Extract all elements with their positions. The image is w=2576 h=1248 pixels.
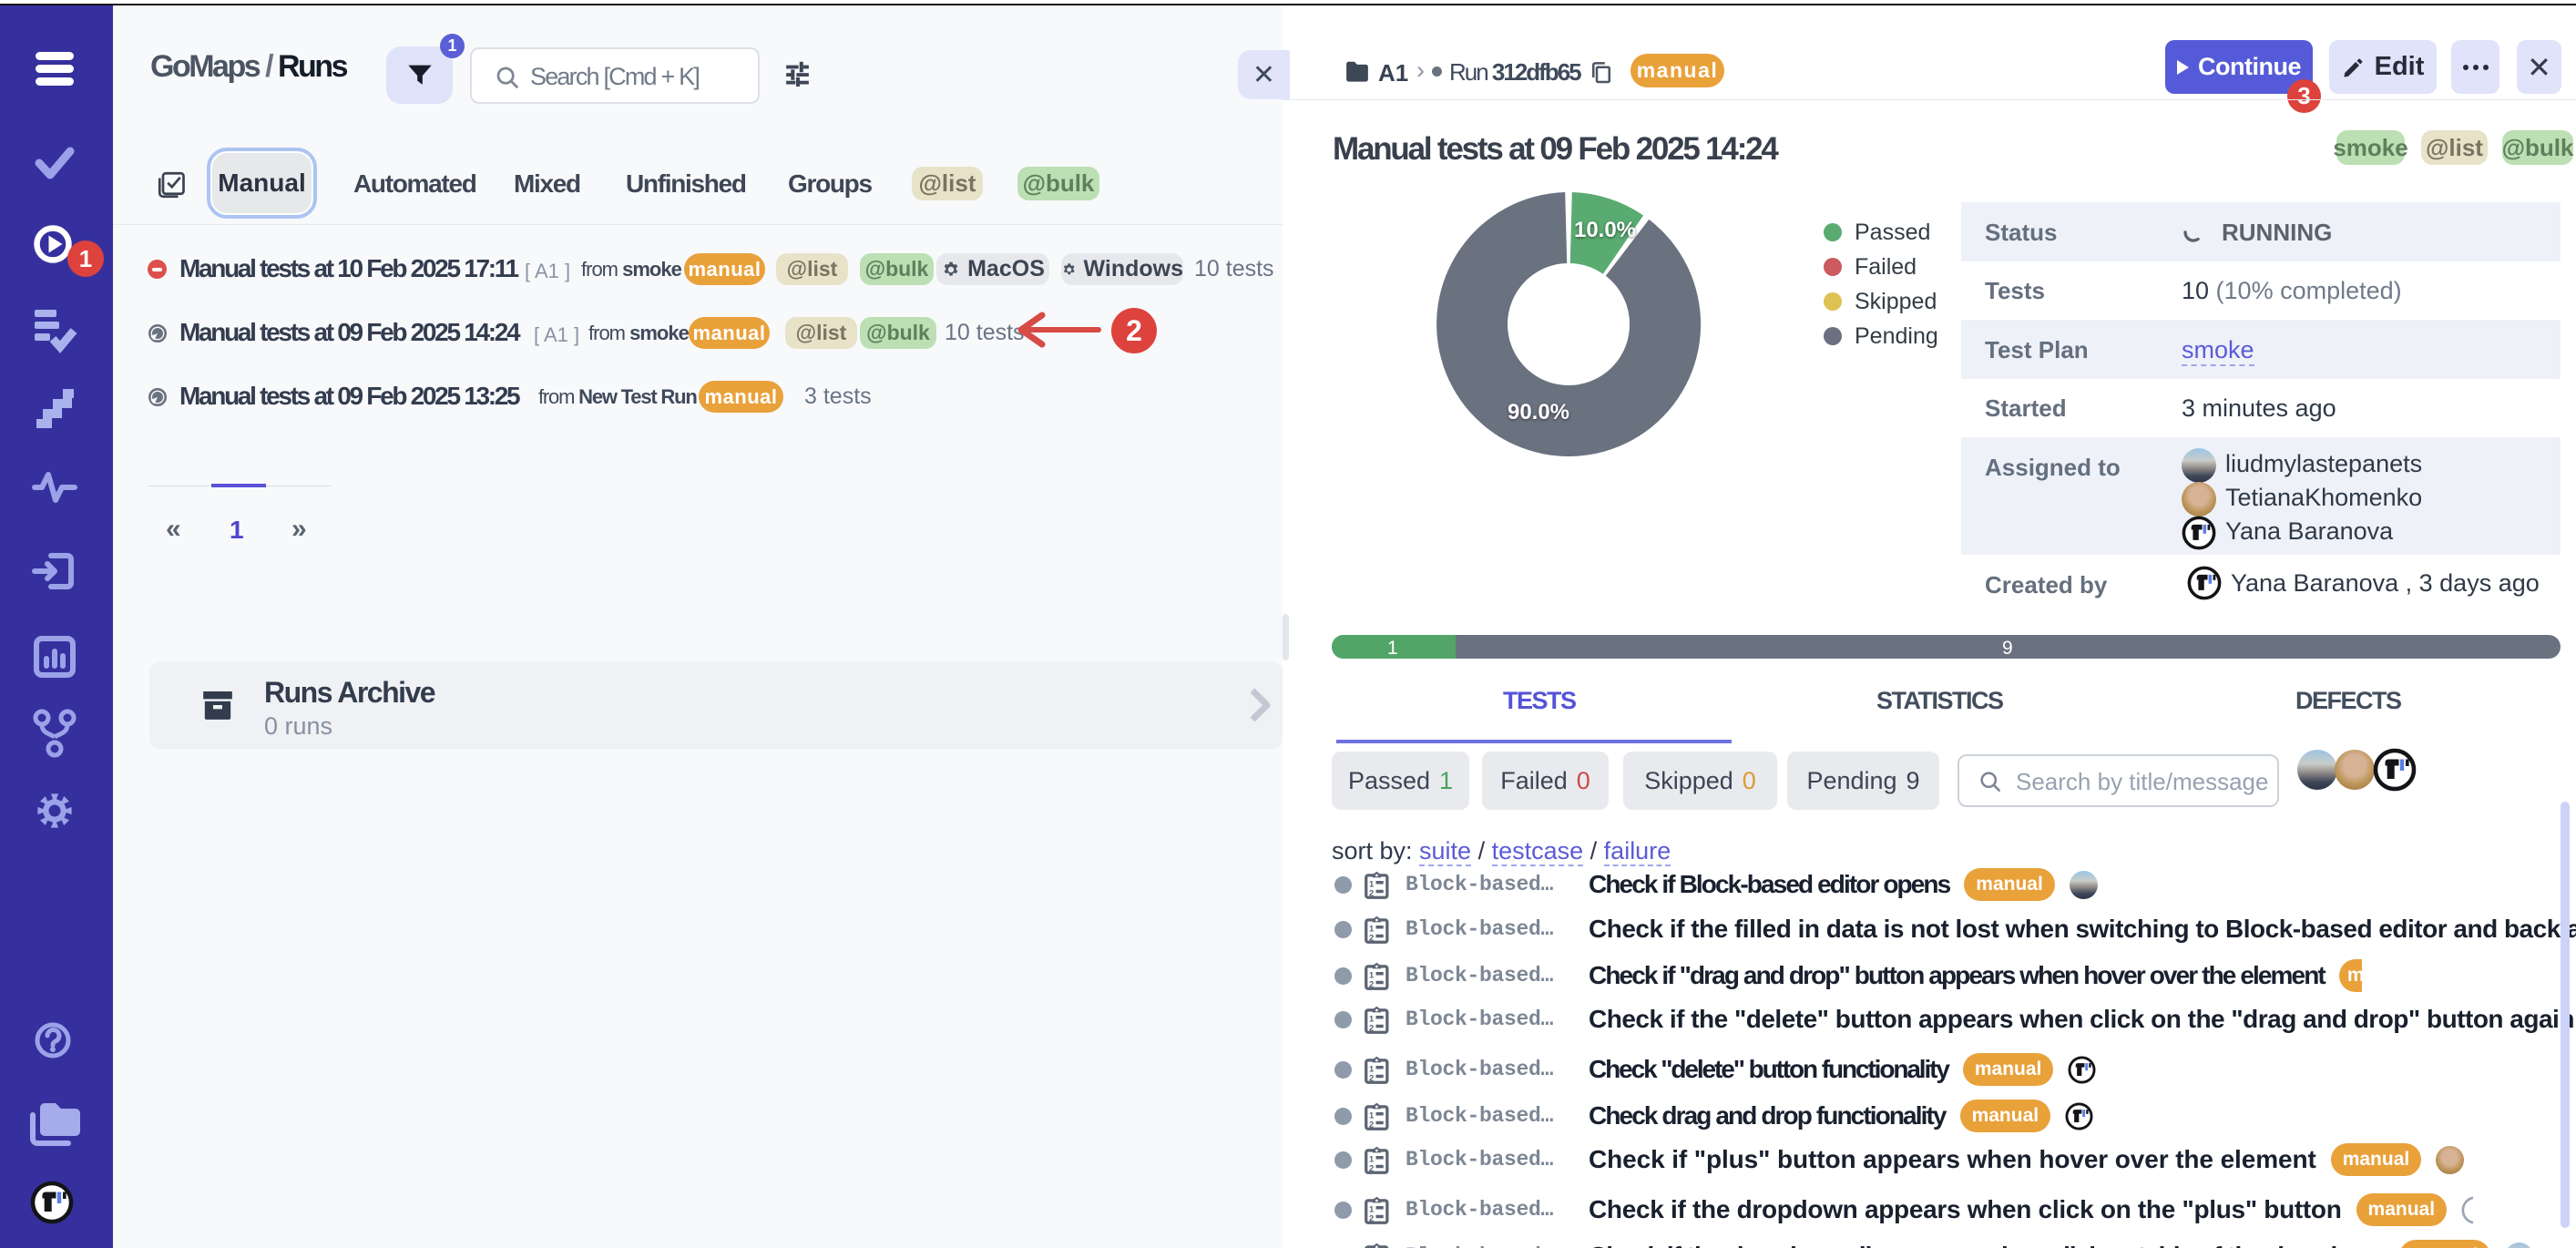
svg-text:10.0%: 10.0% bbox=[1574, 218, 1636, 242]
svg-text:90.0%: 90.0% bbox=[1508, 400, 1569, 425]
